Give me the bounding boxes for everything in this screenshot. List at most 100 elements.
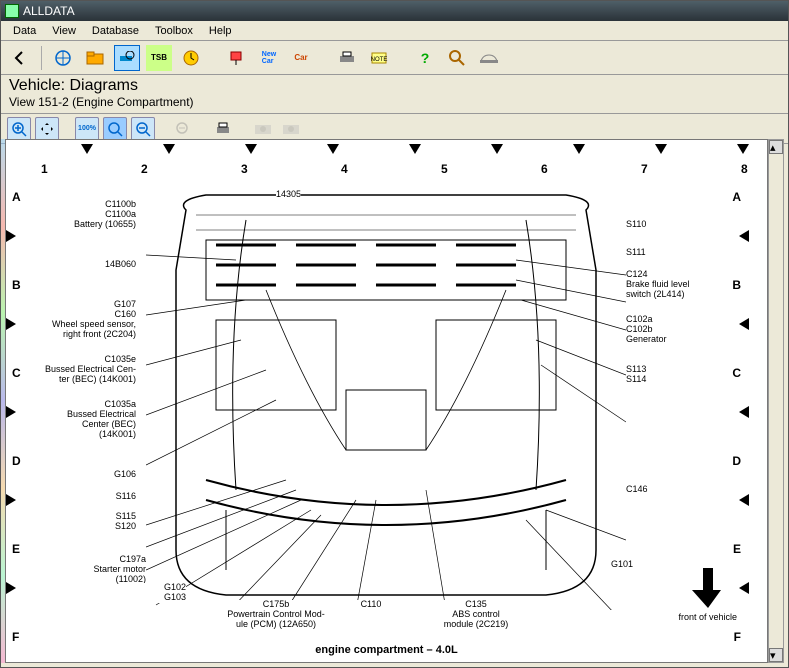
zoom-fit-button[interactable] [103, 117, 127, 141]
row-marker-icon [739, 406, 749, 418]
note-icon[interactable]: NOTE [366, 45, 392, 71]
col-marker-icon [327, 144, 339, 154]
main-toolbar: TSB NewCar Car NOTE ? [1, 41, 788, 75]
row-letter: F [12, 630, 19, 644]
search-car-icon[interactable] [114, 45, 140, 71]
row-marker-icon [739, 582, 749, 594]
zoom-in-button[interactable] [7, 117, 31, 141]
row-letter: C [732, 366, 741, 380]
back-button[interactable] [7, 45, 33, 71]
help-icon[interactable]: ? [412, 45, 438, 71]
label-wheel-speed: G107C160Wheel speed sensor,right front (… [26, 300, 136, 340]
label-14b060: 14B060 [26, 260, 136, 270]
menu-view[interactable]: View [44, 23, 84, 39]
col-marker-icon [737, 144, 749, 154]
row-marker-icon [739, 318, 749, 330]
row-letter: A [12, 190, 21, 204]
clock-icon[interactable] [178, 45, 204, 71]
row-marker-icon [739, 494, 749, 506]
label-c110: C110 [346, 600, 396, 610]
col-marker-icon [491, 144, 503, 154]
app-window: ALLDATA Data View Database Toolbox Help … [0, 0, 789, 668]
col-marker-icon [573, 144, 585, 154]
label-battery: C1100bC1100aBattery (10655) [26, 200, 136, 230]
page-subtitle: View 151-2 (Engine Compartment) [9, 95, 780, 109]
row-marker-icon [739, 230, 749, 242]
row-letter: E [733, 542, 741, 556]
col-number: 6 [541, 162, 548, 176]
label-s115: S115S120 [26, 512, 136, 532]
row-marker-icon [6, 406, 16, 418]
scroll-down-button[interactable]: ▾ [769, 648, 783, 662]
row-letter: D [12, 454, 21, 468]
engine-drawing [146, 190, 626, 610]
row-letter: E [12, 542, 20, 556]
col-number: 4 [341, 162, 348, 176]
menu-toolbox[interactable]: Toolbox [147, 23, 201, 39]
car-repair-icon[interactable] [476, 45, 502, 71]
row-marker-icon [6, 582, 16, 594]
paint-icon[interactable] [224, 45, 250, 71]
zoom-out-disabled [171, 117, 195, 141]
label-abs: C135ABS controlmodule (2C219) [426, 600, 526, 630]
camera1-disabled [251, 117, 275, 141]
menu-help[interactable]: Help [201, 23, 240, 39]
label-generator: C102aC102bGenerator [626, 315, 736, 345]
front-label: front of vehicle [678, 612, 737, 622]
print-icon[interactable] [334, 45, 360, 71]
front-indicator: front of vehicle [678, 566, 737, 622]
zoom-out-button[interactable] [131, 117, 155, 141]
diagram-caption: engine compartment – 4.0L [315, 644, 457, 656]
label-s110: S110 [626, 220, 736, 230]
diagram-viewport[interactable]: C1100bC1100aBattery (10655) 14B060 G107C… [5, 139, 768, 663]
label-starter: C197aStarter motor(11002) [56, 555, 146, 585]
new-car-icon[interactable]: NewCar [256, 45, 282, 71]
row-letter: F [734, 630, 741, 644]
menu-data[interactable]: Data [5, 23, 44, 39]
label-s113: S113S114 [626, 365, 736, 385]
window-title: ALLDATA [23, 4, 75, 18]
label-g101: G101 [611, 560, 671, 570]
app-icon [5, 4, 19, 18]
label-bec-e: C1035eBussed Electrical Cen-ter (BEC) (1… [26, 355, 136, 385]
row-marker-icon [6, 230, 16, 242]
titlebar: ALLDATA [1, 1, 788, 21]
menu-database[interactable]: Database [84, 23, 147, 39]
zoom-100-button[interactable]: 100% [75, 117, 99, 141]
vertical-scrollbar[interactable]: ▴ ▾ [768, 139, 784, 663]
col-marker-icon [409, 144, 421, 154]
col-number: 3 [241, 162, 248, 176]
row-letter: D [732, 454, 741, 468]
print-diagram-button[interactable] [211, 117, 235, 141]
globe-icon[interactable] [50, 45, 76, 71]
separator [41, 46, 42, 70]
folder-icon[interactable] [82, 45, 108, 71]
svg-text:NOTE: NOTE [371, 57, 388, 63]
tsb-icon[interactable]: TSB [146, 45, 172, 71]
row-marker-icon [6, 494, 16, 506]
label-pcm: C175bPowertrain Control Mod-ule (PCM) (1… [216, 600, 336, 630]
pan-button[interactable] [35, 117, 59, 141]
label-bec-a: C1035aBussed ElectricalCenter (BEC)(14K0… [26, 400, 136, 440]
label-c146: C146 [626, 485, 736, 495]
col-number: 8 [741, 162, 748, 176]
col-number: 2 [141, 162, 148, 176]
row-letter: A [732, 190, 741, 204]
label-14305: 14305 [276, 190, 301, 200]
row-letter: B [12, 278, 21, 292]
label-g102: G102G103 [126, 583, 186, 603]
col-number: 7 [641, 162, 648, 176]
label-brake-fluid: C124Brake fluid levelswitch (2L414) [626, 270, 736, 300]
car-icon[interactable]: Car [288, 45, 314, 71]
find-icon[interactable] [444, 45, 470, 71]
scroll-up-button[interactable]: ▴ [769, 140, 783, 154]
row-letter: C [12, 366, 21, 380]
vehicle-header: Vehicle: Diagrams View 151-2 (Engine Com… [1, 75, 788, 114]
diagram-content: C1100bC1100aBattery (10655) 14B060 G107C… [6, 140, 767, 662]
row-marker-icon [6, 318, 16, 330]
col-number: 1 [41, 162, 48, 176]
label-g106: G106 [26, 470, 136, 480]
col-marker-icon [245, 144, 257, 154]
page-title: Vehicle: Diagrams [9, 77, 780, 95]
label-s116: S116 [26, 492, 136, 502]
